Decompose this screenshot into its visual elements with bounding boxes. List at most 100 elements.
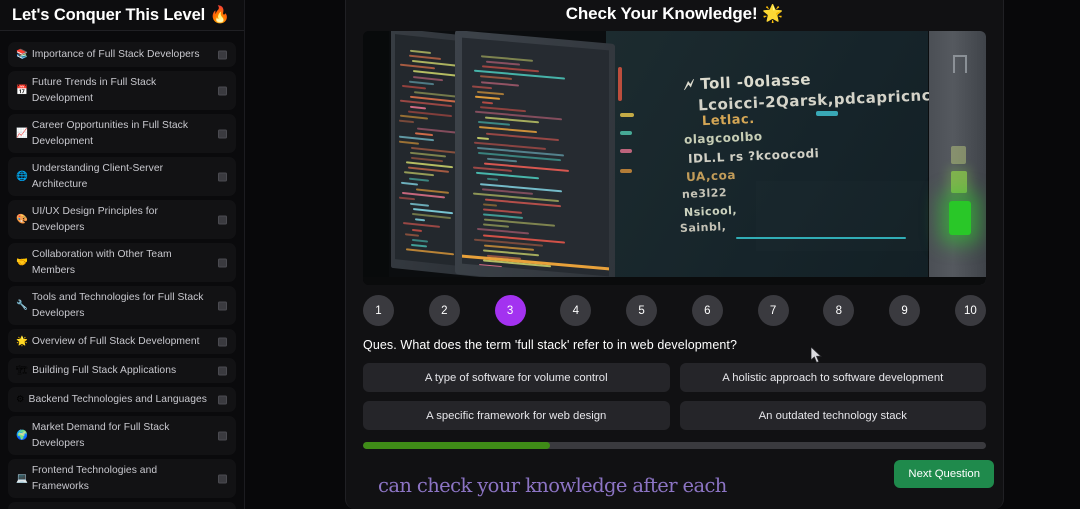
whiteboard-scrawl: Letlac. [702, 112, 755, 129]
lesson-item[interactable]: 🌍 Market Demand for Full Stack Developers [8, 416, 236, 455]
question-pager[interactable]: 1 2 3 4 5 6 7 8 9 10 [363, 295, 986, 326]
answer-option[interactable]: A holistic approach to software developm… [680, 363, 987, 392]
code-line [415, 219, 425, 222]
question-number-4[interactable]: 4 [560, 295, 591, 326]
code-line [472, 85, 492, 89]
answer-options[interactable]: A type of software for volume control A h… [363, 363, 986, 430]
lesson-complete-checkbox[interactable] [218, 215, 227, 224]
code-line [486, 61, 520, 66]
lesson-emoji-icon: 🎨 [16, 215, 28, 225]
lesson-item[interactable]: 🎨 UI/UX Design Principles for Developers [8, 200, 236, 239]
whiteboard-marker-stroke [620, 169, 632, 173]
lesson-complete-checkbox[interactable] [218, 258, 227, 267]
lesson-complete-checkbox[interactable] [218, 301, 227, 310]
code-line [401, 181, 418, 185]
lesson-complete-checkbox[interactable] [218, 86, 227, 95]
question-number-1[interactable]: 1 [363, 295, 394, 326]
whiteboard-scrawl: Nsicool, [684, 204, 738, 219]
code-line [482, 101, 492, 104]
code-line [400, 64, 435, 70]
lesson-item-label: Collaboration with Other Team Members [32, 247, 208, 278]
answer-option[interactable]: An outdated technology stack [680, 401, 987, 430]
code-line [474, 70, 565, 80]
question-number-8[interactable]: 8 [823, 295, 854, 326]
whiteboard-sheen [756, 181, 936, 251]
next-question-button[interactable]: Next Question [894, 460, 994, 488]
question-number-6[interactable]: 6 [692, 295, 723, 326]
lesson-complete-checkbox[interactable] [218, 395, 227, 404]
quiz-progress-bar [363, 442, 986, 449]
quiz-progress-fill [363, 442, 550, 449]
lesson-emoji-icon: 📈 [16, 129, 28, 139]
lesson-complete-checkbox[interactable] [218, 129, 227, 138]
lesson-item[interactable]: 🏗 Building Full Stack Applications [8, 358, 236, 383]
lesson-item-label: Overview of Full Stack Development [32, 334, 200, 350]
lesson-item[interactable]: 🔧 Tools and Technologies for Full Stack D… [8, 286, 236, 325]
lesson-item[interactable]: ⚙ Backend Technologies and Languages [8, 387, 236, 412]
code-line [478, 121, 509, 126]
lesson-item-label: Frontend Technologies and Frameworks [32, 463, 208, 494]
whiteboard-scrawl: 🗲 Toll -0olasse [684, 70, 812, 94]
app-root: Let's Conquer This Level 🔥 📚 Importance o… [0, 0, 1080, 509]
lesson-list[interactable]: 📚 Importance of Full Stack Developers 📅 Fut… [0, 32, 244, 509]
lesson-item-label: Building Full Stack Applications [32, 363, 176, 379]
whiteboard-marker-stroke [620, 149, 632, 153]
code-line [476, 172, 540, 180]
whiteboard-marker-stroke [736, 237, 906, 239]
lesson-item[interactable]: 🌟 Overview of Full Stack Development [8, 329, 236, 354]
question-text: Ques. What does the term 'full stack' re… [363, 338, 1003, 352]
lesson-item[interactable]: 🛠Key Skills of Full Stack Developers [8, 502, 236, 509]
answer-option[interactable]: A type of software for volume control [363, 363, 670, 392]
code-line [399, 120, 414, 124]
code-line [487, 158, 518, 163]
center-monitor-screen [462, 38, 609, 277]
rack-indicator-mid [951, 171, 967, 193]
lesson-item[interactable]: 🌐 Understanding Client-Server Architectur… [8, 157, 236, 196]
question-number-3[interactable]: 3 [495, 295, 526, 326]
answer-option[interactable]: A specific framework for web design [363, 401, 670, 430]
code-line [409, 177, 429, 181]
code-line [477, 91, 503, 95]
whiteboard-scrawl: IDL.L rs ?kcoocodi [688, 146, 820, 166]
lesson-complete-checkbox[interactable] [218, 50, 227, 59]
question-number-9[interactable]: 9 [889, 295, 920, 326]
question-number-7[interactable]: 7 [758, 295, 789, 326]
code-line [473, 167, 512, 172]
lesson-item[interactable]: 📈 Career Opportunities in Full Stack Deve… [8, 114, 236, 153]
lesson-emoji-icon: 📚 [16, 50, 28, 60]
code-line [477, 136, 489, 139]
code-line [402, 85, 426, 89]
question-number-5[interactable]: 5 [626, 295, 657, 326]
lesson-complete-checkbox[interactable] [218, 337, 227, 346]
code-line [480, 76, 512, 81]
whiteboard-scrawl: ne3l22 [682, 186, 728, 201]
hero-background: 🗲 Toll -0olasse Lcoicci-2Qarsk,pdcapricnc… [363, 31, 986, 285]
code-line [411, 157, 443, 162]
whiteboard-scrawl: UA,coa [686, 168, 736, 184]
whiteboard-scrawl: Sainbl, [680, 220, 727, 235]
quiz-title: Check Your Knowledge! 🌟 [346, 0, 1003, 27]
whiteboard-marker-stroke [618, 67, 622, 101]
lesson-emoji-icon: 🔧 [16, 301, 28, 311]
lesson-item[interactable]: 📅 Future Trends in Full Stack Development [8, 71, 236, 110]
lesson-complete-checkbox[interactable] [218, 172, 227, 181]
question-number-2[interactable]: 2 [429, 295, 460, 326]
lesson-item[interactable]: 💻 Frontend Technologies and Frameworks [8, 459, 236, 498]
code-line [483, 203, 497, 206]
lesson-complete-checkbox[interactable] [218, 366, 227, 375]
lesson-item-label: Backend Technologies and Languages [29, 392, 207, 408]
lesson-item-label: Market Demand for Full Stack Developers [32, 420, 208, 451]
question-number-10[interactable]: 10 [955, 295, 986, 326]
lesson-complete-checkbox[interactable] [218, 474, 227, 483]
quiz-panel: Check Your Knowledge! 🌟 🗲 Toll -0olasse L… [345, 0, 1004, 509]
code-line [486, 132, 559, 140]
lesson-item-label: Importance of Full Stack Developers [32, 47, 200, 63]
whiteboard-marker-stroke [620, 113, 634, 117]
lesson-complete-checkbox[interactable] [218, 431, 227, 440]
lesson-emoji-icon: ⚙ [16, 395, 25, 405]
lesson-emoji-icon: 💻 [16, 474, 28, 484]
quiz-footer: can check your knowledge after each Next… [346, 460, 1003, 504]
lesson-item[interactable]: 📚 Importance of Full Stack Developers [8, 42, 236, 67]
code-line [410, 106, 426, 110]
lesson-item[interactable]: 🤝 Collaboration with Other Team Members [8, 243, 236, 282]
